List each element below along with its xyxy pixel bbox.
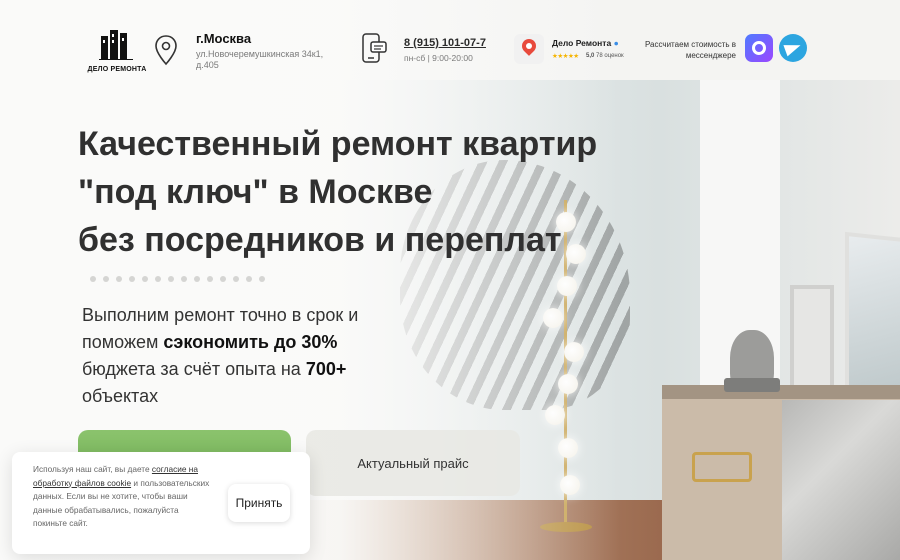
cookie-banner: Используя наш сайт, вы даете согласие на… xyxy=(12,452,310,554)
logo-icon xyxy=(99,30,133,60)
decorative-dots xyxy=(90,276,265,282)
telegram-icon[interactable] xyxy=(779,34,807,62)
marble-panel xyxy=(782,400,900,560)
art-frame-small xyxy=(790,285,834,397)
cabinet-handle xyxy=(692,452,752,482)
logo[interactable]: ДЕЛО РЕМОНТА xyxy=(84,28,150,78)
review-company-name: Дело Ремонта ● xyxy=(552,38,619,48)
accept-cookies-button[interactable]: Принять xyxy=(228,484,290,522)
logo-text: ДЕЛО РЕМОНТА xyxy=(87,66,147,73)
phone-chat-icon xyxy=(362,33,387,63)
cookie-text: Используя наш сайт, вы даете согласие на… xyxy=(33,464,210,528)
rating-stars: ★★★★★ xyxy=(552,53,579,60)
phone-link[interactable]: 8 (915) 101-07-7 xyxy=(404,37,486,49)
yandex-review-widget[interactable]: Дело Ремонта ● ★★★★★ 5,0 78 оценок xyxy=(514,34,624,64)
cabinet-top xyxy=(662,385,900,399)
yandex-maps-icon xyxy=(514,34,544,64)
site-header: ДЕЛО РЕМОНТА г.Москва ул.Новочеремушкинс… xyxy=(0,0,900,90)
rating-value: 5,0 78 оценок xyxy=(586,53,624,59)
address-text: ул.Новочеремушкинская 34к1, д.405 xyxy=(196,49,324,70)
messenger-cta-text: Рассчитаем стоимость в мессенджере xyxy=(644,40,736,60)
location-pin-icon xyxy=(155,35,177,66)
city-label: г.Москва xyxy=(196,31,252,46)
bust-base xyxy=(724,378,780,392)
hero-subtext: Выполним ремонт точно в срок и поможем с… xyxy=(82,305,359,406)
working-hours: пн-сб | 9:00-20:00 xyxy=(404,53,473,63)
max-messenger-icon[interactable] xyxy=(745,34,773,62)
hero-headline: Качественный ремонт квартир "под ключ" в… xyxy=(78,125,598,259)
price-list-button[interactable]: Актуальный прайс xyxy=(306,430,520,496)
